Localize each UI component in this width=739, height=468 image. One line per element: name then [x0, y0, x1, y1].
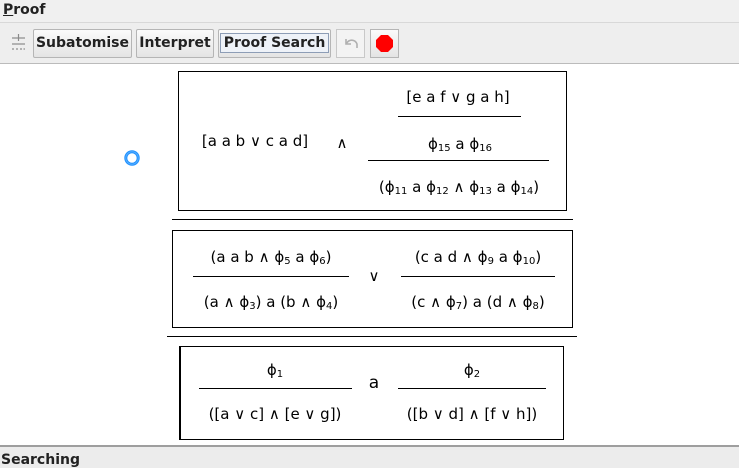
box3-left-rule: [199, 388, 352, 389]
box1-top-rule: [398, 116, 521, 117]
proof-separator-2: [167, 336, 577, 337]
proof-menu[interactable]: Proof: [3, 0, 46, 20]
subatomise-button[interactable]: Subatomise: [33, 29, 132, 58]
status-text: Searching: [1, 452, 80, 468]
status-bar: Searching: [0, 445, 739, 468]
box2-left-rule: [193, 276, 349, 277]
proof-canvas: [a a b ∨ c a d] ∧ [e a f ∨ g a h] ϕ15 a …: [0, 65, 739, 445]
box1-left-formula: [a a b ∨ c a d]: [201, 132, 309, 150]
loading-spinner-icon: [124, 150, 140, 166]
box1-bottom-rule: [368, 160, 549, 161]
box1-top-formula: [e a f ∨ g a h]: [406, 88, 510, 106]
proof-search-button[interactable]: Proof Search: [218, 29, 331, 58]
interpret-button[interactable]: Interpret: [136, 29, 214, 58]
box3-right-numerator: ϕ2: [463, 361, 481, 380]
proof-search-label: Proof Search: [219, 33, 330, 53]
box2-operator: ∨: [368, 267, 380, 285]
box1-operator: ∧: [336, 134, 348, 152]
box2-left-numerator: (a a b ∧ ϕ5 a ϕ6): [210, 248, 332, 267]
box2-right-denominator: (c ∧ ϕ7) a (d ∧ ϕ8): [411, 293, 545, 312]
box3-left-numerator: ϕ1: [266, 361, 284, 380]
toolbar: Subatomise Interpret Proof Search: [0, 22, 739, 64]
box3-right-rule: [398, 388, 546, 389]
proof-separator-1: [172, 219, 573, 220]
stop-icon: [376, 35, 393, 52]
box1-middle-formula: ϕ15 a ϕ16: [428, 135, 492, 154]
box3-operator: a: [368, 373, 380, 393]
stop-button[interactable]: [370, 29, 399, 58]
toolbar-grip-icon[interactable]: [4, 29, 33, 58]
box2-left-denominator: (a ∧ ϕ3) a (b ∧ ϕ4): [203, 293, 339, 312]
box3-left-denominator: ([a ∨ c] ∧ [e ∨ g]): [208, 405, 342, 423]
box1-bottom-formula: (ϕ11 a ϕ12 ∧ ϕ13 a ϕ14): [378, 178, 540, 197]
undo-icon[interactable]: [336, 29, 365, 58]
box2-right-rule: [401, 276, 555, 277]
box3-right-denominator: ([b ∨ d] ∧ [f ∨ h]): [406, 405, 538, 423]
box2-right-numerator: (c a d ∧ ϕ9 a ϕ10): [414, 248, 542, 267]
proof-menu-label: roof: [13, 2, 46, 18]
menu-bar: Proof: [0, 0, 739, 22]
proof-menu-mnemonic: P: [3, 2, 14, 18]
